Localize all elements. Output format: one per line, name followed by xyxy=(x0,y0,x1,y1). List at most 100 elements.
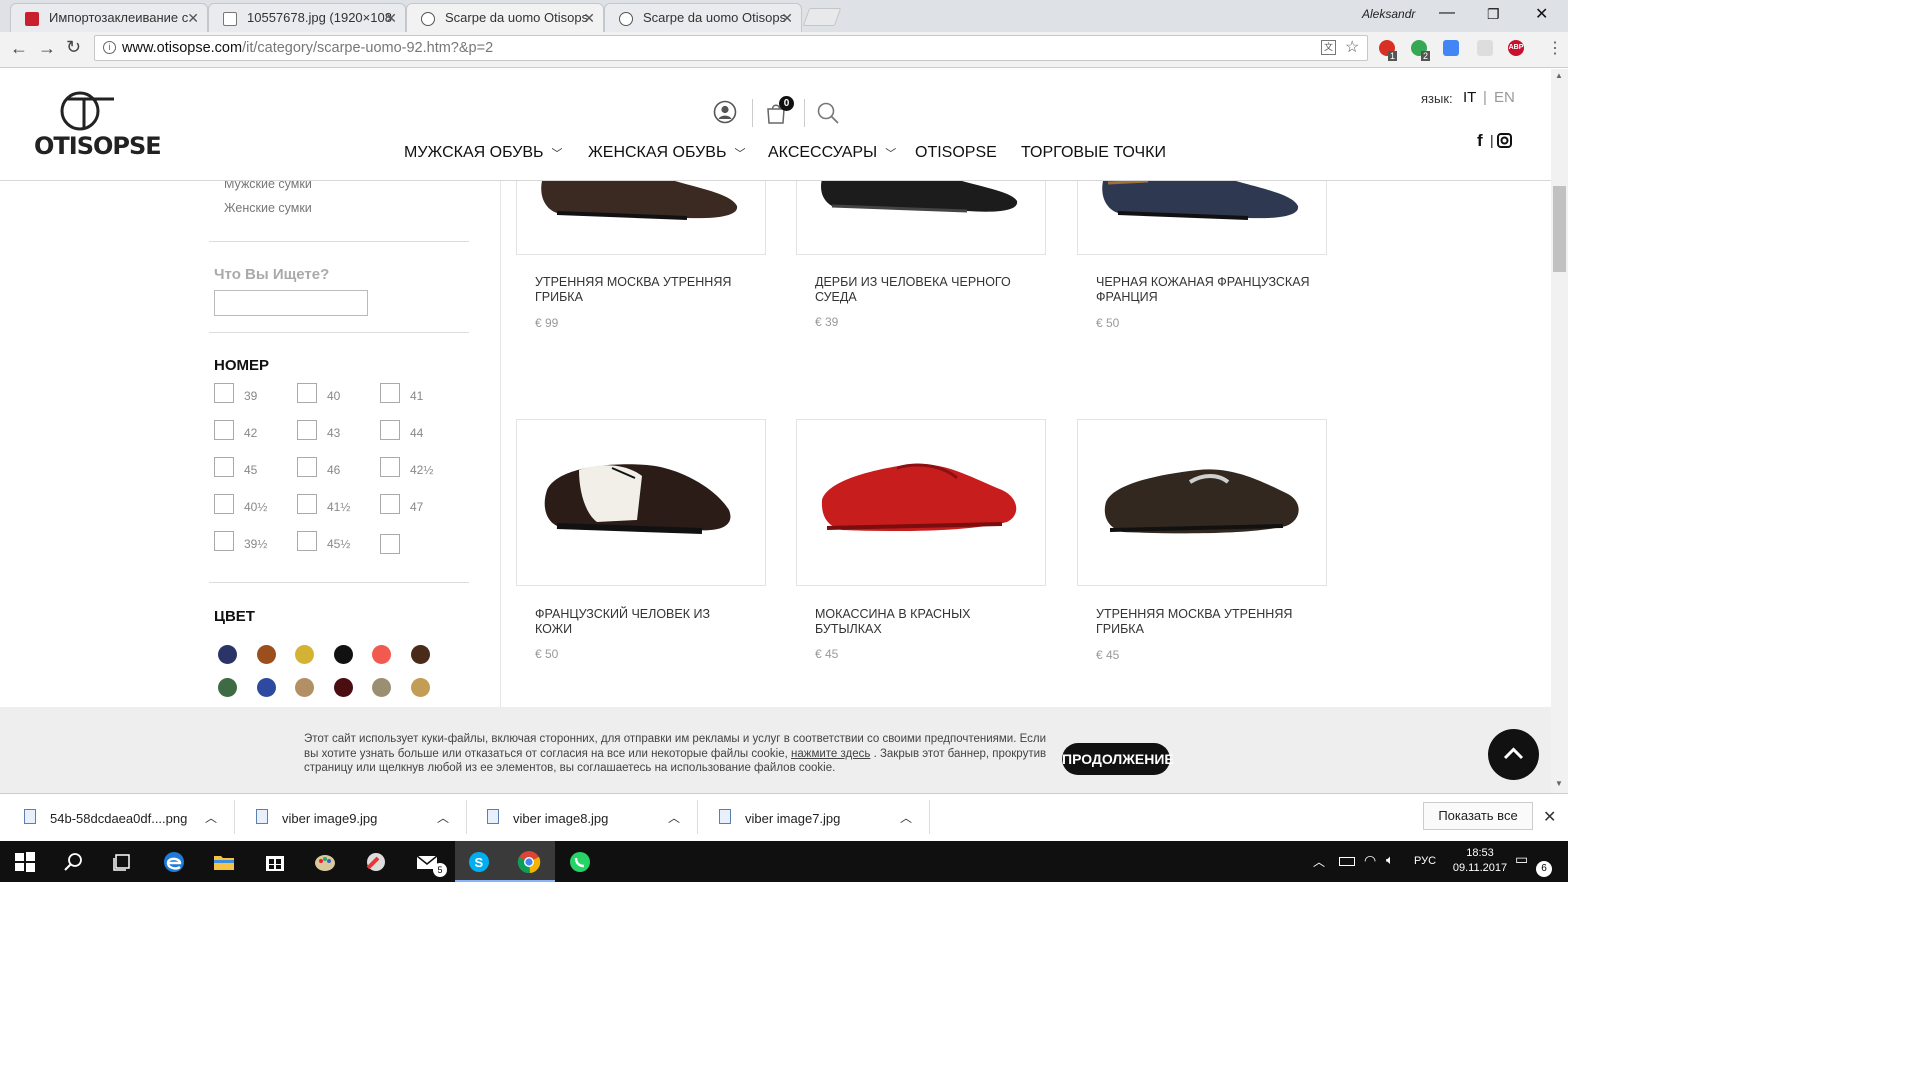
size-checkbox[interactable] xyxy=(380,534,400,554)
input-language[interactable]: РУС xyxy=(1414,855,1436,867)
nav-stores[interactable]: ТОРГОВЫЕ ТОЧКИ xyxy=(1021,144,1166,162)
nav-otisopse[interactable]: OTISOPSE xyxy=(915,144,997,162)
chevron-up-icon[interactable]: ︿ xyxy=(668,809,680,826)
product-name[interactable]: УТРЕННЯЯ МОСКВА УТРЕННЯЯ ГРИБКА xyxy=(535,275,750,305)
product-name[interactable]: ФРАНЦУЗСКИЙ ЧЕЛОВЕК ИЗ КОЖИ xyxy=(535,607,750,637)
size-checkbox[interactable] xyxy=(297,457,317,477)
minimize-icon[interactable]: — xyxy=(1439,4,1455,22)
cookie-settings-link[interactable]: нажмите здесь xyxy=(791,748,870,760)
scroll-to-top-button[interactable] xyxy=(1488,729,1539,780)
address-bar[interactable]: i www.otisopse.com/it/category/scarpe-uo… xyxy=(94,35,1368,61)
color-swatch[interactable] xyxy=(411,645,430,664)
download-item[interactable]: viber image9.jpg xyxy=(282,811,377,826)
size-checkbox[interactable] xyxy=(214,383,234,403)
browser-tab[interactable]: Scarpe da uomo Otisops ✕ xyxy=(604,3,802,32)
language-it[interactable]: IT xyxy=(1463,89,1476,106)
store-icon[interactable] xyxy=(263,850,287,874)
browser-tab-active[interactable]: Scarpe da uomo Otisops ✕ xyxy=(406,3,604,32)
task-view-icon[interactable] xyxy=(111,850,135,874)
browser-tab[interactable]: Импортозаклеивание с ✕ xyxy=(10,3,208,32)
cookie-accept-button[interactable]: ПРОДОЛЖЕНИЕ xyxy=(1062,743,1174,775)
sidebar-link-womens-bags[interactable]: Женские сумки xyxy=(224,201,312,215)
forward-arrow-icon[interactable]: → xyxy=(38,38,56,59)
download-item[interactable]: viber image8.jpg xyxy=(513,811,608,826)
scrollbar-thumb[interactable] xyxy=(1553,186,1566,272)
chevron-up-icon[interactable]: ︿ xyxy=(900,809,912,826)
page-scrollbar[interactable] xyxy=(1551,69,1568,793)
size-checkbox[interactable] xyxy=(214,420,234,440)
color-swatch[interactable] xyxy=(295,678,315,697)
product-image[interactable] xyxy=(796,419,1046,586)
size-checkbox[interactable] xyxy=(297,531,317,551)
wifi-icon[interactable]: ◠ xyxy=(1364,852,1376,869)
search-icon[interactable] xyxy=(62,850,86,874)
color-swatch[interactable] xyxy=(295,645,315,664)
file-explorer-icon[interactable] xyxy=(212,850,236,874)
size-checkbox[interactable] xyxy=(297,494,317,514)
nav-accessories[interactable]: АКСЕССУАРЫ ﹀ xyxy=(768,144,896,162)
close-window-icon[interactable]: ✕ xyxy=(1535,4,1548,24)
color-swatch[interactable] xyxy=(333,678,353,697)
size-checkbox[interactable] xyxy=(214,494,234,514)
show-all-downloads-button[interactable]: Показать все xyxy=(1423,802,1533,830)
tray-expand-icon[interactable]: ︿ xyxy=(1313,853,1325,870)
product-name[interactable]: ДЕРБИ ИЗ ЧЕЛОВЕКА ЧЕРНОГО СУЕДА xyxy=(815,275,1030,305)
product-name[interactable]: МОКАССИНА В КРАСНЫХ БУТЫЛКАХ xyxy=(815,607,1030,637)
color-swatch[interactable] xyxy=(411,678,430,697)
browser-menu-icon[interactable]: ⋮ xyxy=(1547,38,1563,58)
scroll-up-arrow-icon[interactable]: ▲ xyxy=(1555,71,1563,80)
product-image[interactable] xyxy=(516,419,766,586)
color-swatch[interactable] xyxy=(333,645,353,664)
paint-3d-icon[interactable] xyxy=(364,850,388,874)
size-checkbox[interactable] xyxy=(380,457,400,477)
nav-mens-shoes[interactable]: МУЖСКАЯ ОБУВЬ ﹀ xyxy=(404,144,563,162)
new-tab-button[interactable] xyxy=(802,8,842,26)
chrome-icon[interactable] xyxy=(517,850,541,874)
chevron-up-icon[interactable]: ︿ xyxy=(437,809,449,826)
restore-icon[interactable]: ❐ xyxy=(1487,6,1500,23)
site-logo[interactable]: OTISOPSE xyxy=(34,132,162,160)
language-en[interactable]: EN xyxy=(1494,89,1515,106)
color-swatch[interactable] xyxy=(256,678,276,697)
whatsapp-icon[interactable] xyxy=(568,850,592,874)
battery-icon[interactable] xyxy=(1339,857,1355,866)
windows-start-icon[interactable] xyxy=(13,850,37,874)
browser-tab[interactable]: 10557678.jpg (1920×108 ✕ xyxy=(208,3,406,32)
account-icon[interactable] xyxy=(713,100,737,124)
download-item[interactable]: 54b-58dcdaea0df....png xyxy=(50,811,187,826)
close-tab-icon[interactable]: ✕ xyxy=(187,10,199,27)
close-tab-icon[interactable]: ✕ xyxy=(781,10,793,27)
search-icon[interactable] xyxy=(816,101,840,125)
color-swatch[interactable] xyxy=(218,678,237,697)
camera-extension-icon[interactable] xyxy=(1477,40,1493,56)
size-checkbox[interactable] xyxy=(214,531,234,551)
search-input[interactable] xyxy=(214,290,368,316)
browser-profile-name[interactable]: Aleksandr xyxy=(1362,7,1415,21)
facebook-icon[interactable]: f xyxy=(1477,131,1483,151)
skype-icon[interactable]: S xyxy=(467,850,491,874)
translate-icon[interactable]: 文 xyxy=(1321,40,1336,55)
adblock-icon[interactable]: ABP xyxy=(1508,40,1524,56)
volume-icon[interactable]: 🔈︎ xyxy=(1386,852,1394,868)
size-checkbox[interactable] xyxy=(380,420,400,440)
instagram-icon[interactable] xyxy=(1497,133,1512,148)
color-swatch[interactable] xyxy=(372,645,392,664)
nav-womens-shoes[interactable]: ЖЕНСКАЯ ОБУВЬ ﹀ xyxy=(588,144,745,162)
clock[interactable]: 18:53 09.11.2017 xyxy=(1451,846,1509,876)
size-checkbox[interactable] xyxy=(297,420,317,440)
bookmark-star-icon[interactable]: ☆ xyxy=(1345,37,1359,57)
color-swatch[interactable] xyxy=(218,645,237,664)
reload-icon[interactable]: ↻ xyxy=(66,37,81,58)
close-tab-icon[interactable]: ✕ xyxy=(385,10,397,27)
product-image[interactable] xyxy=(1077,419,1327,586)
size-checkbox[interactable] xyxy=(380,383,400,403)
product-name[interactable]: ЧЕРНАЯ КОЖАНАЯ ФРАНЦУЗСКАЯ ФРАНЦИЯ xyxy=(1096,275,1311,305)
download-item[interactable]: viber image7.jpg xyxy=(745,811,840,826)
size-checkbox[interactable] xyxy=(380,494,400,514)
product-name[interactable]: УТРЕННЯЯ МОСКВА УТРЕННЯЯ ГРИБКА xyxy=(1096,607,1311,637)
color-swatch[interactable] xyxy=(256,645,276,664)
close-tab-icon[interactable]: ✕ xyxy=(583,10,595,27)
logo-mark-icon[interactable] xyxy=(58,89,118,133)
color-swatch[interactable] xyxy=(372,678,392,697)
info-icon[interactable]: i xyxy=(103,41,116,54)
